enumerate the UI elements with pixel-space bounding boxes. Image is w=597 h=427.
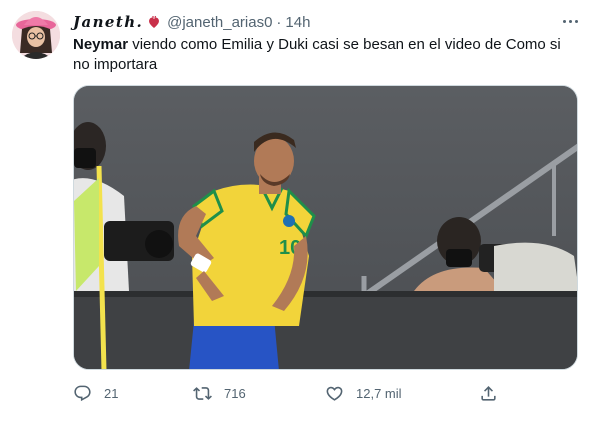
tweet-actions: 21 716 12,7 mil	[73, 380, 581, 406]
retweet-count: 716	[224, 385, 246, 401]
tweet-text-bold: Neymar	[73, 36, 129, 53]
heart-icon	[326, 386, 343, 401]
reply-icon	[74, 385, 91, 401]
more-icon-dot	[568, 19, 572, 23]
display-name[interactable]: Janeth.	[73, 13, 143, 31]
like-button[interactable]: 12,7 mil	[325, 380, 402, 406]
avatar-image	[12, 11, 60, 59]
reply-count: 21	[104, 385, 119, 401]
like-count: 12,7 mil	[356, 385, 402, 401]
more-icon-dot	[574, 19, 578, 23]
separator-dot: ·	[276, 13, 282, 31]
retweet-button[interactable]: 716	[193, 380, 246, 406]
tweet-photo[interactable]: 10	[73, 85, 578, 370]
tweet-text: Neymar viendo como Emilia y Duki casi se…	[73, 35, 581, 75]
retweet-icon	[193, 386, 212, 400]
anatomical-heart-emoji-icon	[147, 15, 161, 29]
tweet-header: Janeth. @janeth_arias0 · 14h	[73, 12, 310, 32]
tweet-text-body: viendo como Emilia y Duki casi se besan …	[73, 36, 561, 73]
more-options-button[interactable]	[557, 11, 583, 31]
more-icon-dot	[562, 19, 566, 23]
timestamp[interactable]: 14h	[285, 14, 310, 31]
share-icon	[481, 385, 496, 401]
share-button[interactable]	[479, 380, 498, 406]
tweet: Janeth. @janeth_arias0 · 14h Neymar vien…	[0, 0, 597, 427]
avatar[interactable]	[12, 11, 60, 59]
reply-button[interactable]: 21	[73, 380, 118, 406]
handle[interactable]: @janeth_arias0	[167, 14, 272, 31]
photo-image: 10	[74, 86, 577, 369]
